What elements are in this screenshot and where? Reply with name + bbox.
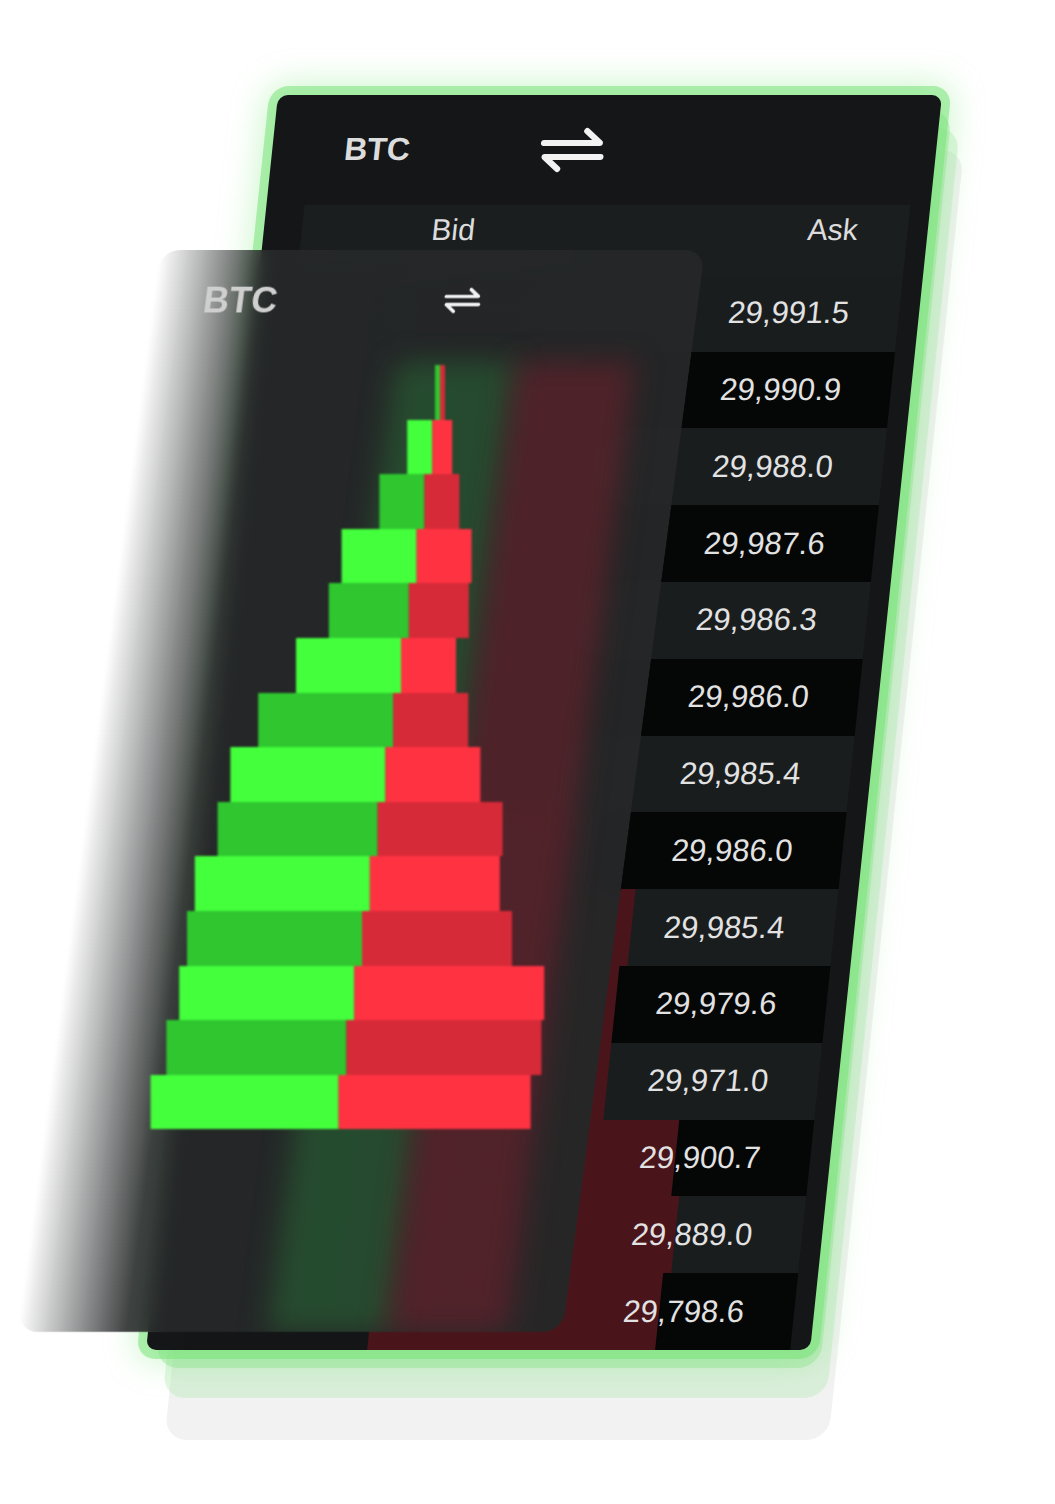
bid-bar: [230, 747, 385, 802]
ask-side: [440, 365, 660, 420]
bid-side: [162, 911, 362, 966]
bid-side: [209, 583, 409, 638]
ask-price: 29,990.9: [718, 372, 842, 408]
bid-side: [170, 856, 370, 911]
ask-bar: [378, 802, 503, 857]
depth-level: [201, 638, 621, 693]
asset-title: BTC: [201, 279, 287, 321]
ask-bar: [354, 966, 544, 1021]
stage: BTCBidAsk29,991.529,990.929,988.029,987.…: [0, 0, 1055, 1504]
ask-bar: [346, 1020, 541, 1075]
depth-level: [232, 420, 652, 475]
ask-side: [424, 474, 644, 529]
depth-level: [170, 856, 590, 911]
ask-price: 29,985.4: [678, 756, 802, 792]
bid-side: [224, 474, 424, 529]
ask-bar: [385, 747, 480, 802]
ask-side: [385, 747, 605, 802]
ask-side: [417, 529, 637, 584]
ask-side: [339, 1075, 559, 1130]
bid-bar: [179, 966, 354, 1021]
ask-price: 29,798.6: [622, 1294, 746, 1330]
bid-bar: [218, 802, 378, 857]
bid-bar: [329, 583, 409, 638]
ask-bar: [417, 529, 472, 584]
depth-level: [240, 365, 660, 420]
bid-bar: [296, 638, 401, 693]
bid-side: [240, 365, 440, 420]
bid-bar: [258, 693, 393, 748]
ask-side: [362, 911, 582, 966]
ask-price: 29,987.6: [702, 526, 826, 562]
depth-level: [154, 966, 574, 1021]
ask-price: 29,985.4: [662, 910, 786, 946]
ask-bar: [339, 1075, 531, 1130]
depth-level: [178, 802, 598, 857]
bid-side: [217, 529, 417, 584]
ask-price: 29,986.0: [670, 833, 794, 869]
swap-icon[interactable]: [442, 287, 484, 314]
depth-level: [162, 911, 582, 966]
ask-bar: [362, 911, 512, 966]
ask-side: [432, 420, 652, 475]
bid-bar: [187, 911, 362, 966]
bid-side: [139, 1075, 339, 1130]
depth-level: [193, 693, 613, 748]
ask-price: 29,900.7: [638, 1140, 762, 1176]
ask-bar: [432, 420, 452, 475]
ask-price: 29,971.0: [646, 1063, 770, 1099]
depth-chart: [240, 365, 660, 1129]
ask-side: [393, 693, 613, 748]
bid-bar: [151, 1075, 339, 1130]
ask-side: [354, 966, 574, 1021]
ask-price: 29,988.0: [710, 449, 834, 485]
bid-side: [201, 638, 401, 693]
bid-bar: [166, 1020, 346, 1075]
ask-price: 29,889.0: [630, 1217, 754, 1253]
ask-price: 29,979.6: [654, 986, 778, 1022]
ask-bar: [393, 693, 468, 748]
bid-side: [232, 420, 432, 475]
ask-side: [346, 1020, 566, 1075]
depth-level: [224, 474, 644, 529]
swap-icon[interactable]: [537, 127, 608, 173]
bid-side: [193, 693, 393, 748]
card-header: BTC: [151, 250, 705, 322]
depth-level: [146, 1020, 566, 1075]
ask-bar: [424, 474, 459, 529]
bid-side: [146, 1020, 346, 1075]
bid-side: [185, 747, 385, 802]
ask-bar: [409, 583, 469, 638]
bid-side: [178, 802, 378, 857]
ask-side: [378, 802, 598, 857]
depth-level: [209, 583, 629, 638]
ask-bar: [401, 638, 456, 693]
depth-level: [139, 1075, 559, 1130]
depth-level: [185, 747, 605, 802]
ask-price: 29,991.5: [726, 295, 850, 331]
card-header: BTC: [266, 95, 942, 205]
asset-title: BTC: [342, 131, 456, 168]
bid-bar: [379, 474, 424, 529]
bid-side: [154, 966, 354, 1021]
bid-bar: [407, 420, 432, 475]
ask-side: [401, 638, 621, 693]
bid-bar: [342, 529, 417, 584]
ask-side: [409, 583, 629, 638]
ask-bar: [440, 365, 445, 420]
ask-bar: [370, 856, 500, 911]
ask-side: [370, 856, 590, 911]
ask-price: 29,986.0: [686, 679, 810, 715]
ask-price: 29,986.3: [694, 602, 818, 638]
bid-bar: [195, 856, 370, 911]
depth-level: [217, 529, 637, 584]
